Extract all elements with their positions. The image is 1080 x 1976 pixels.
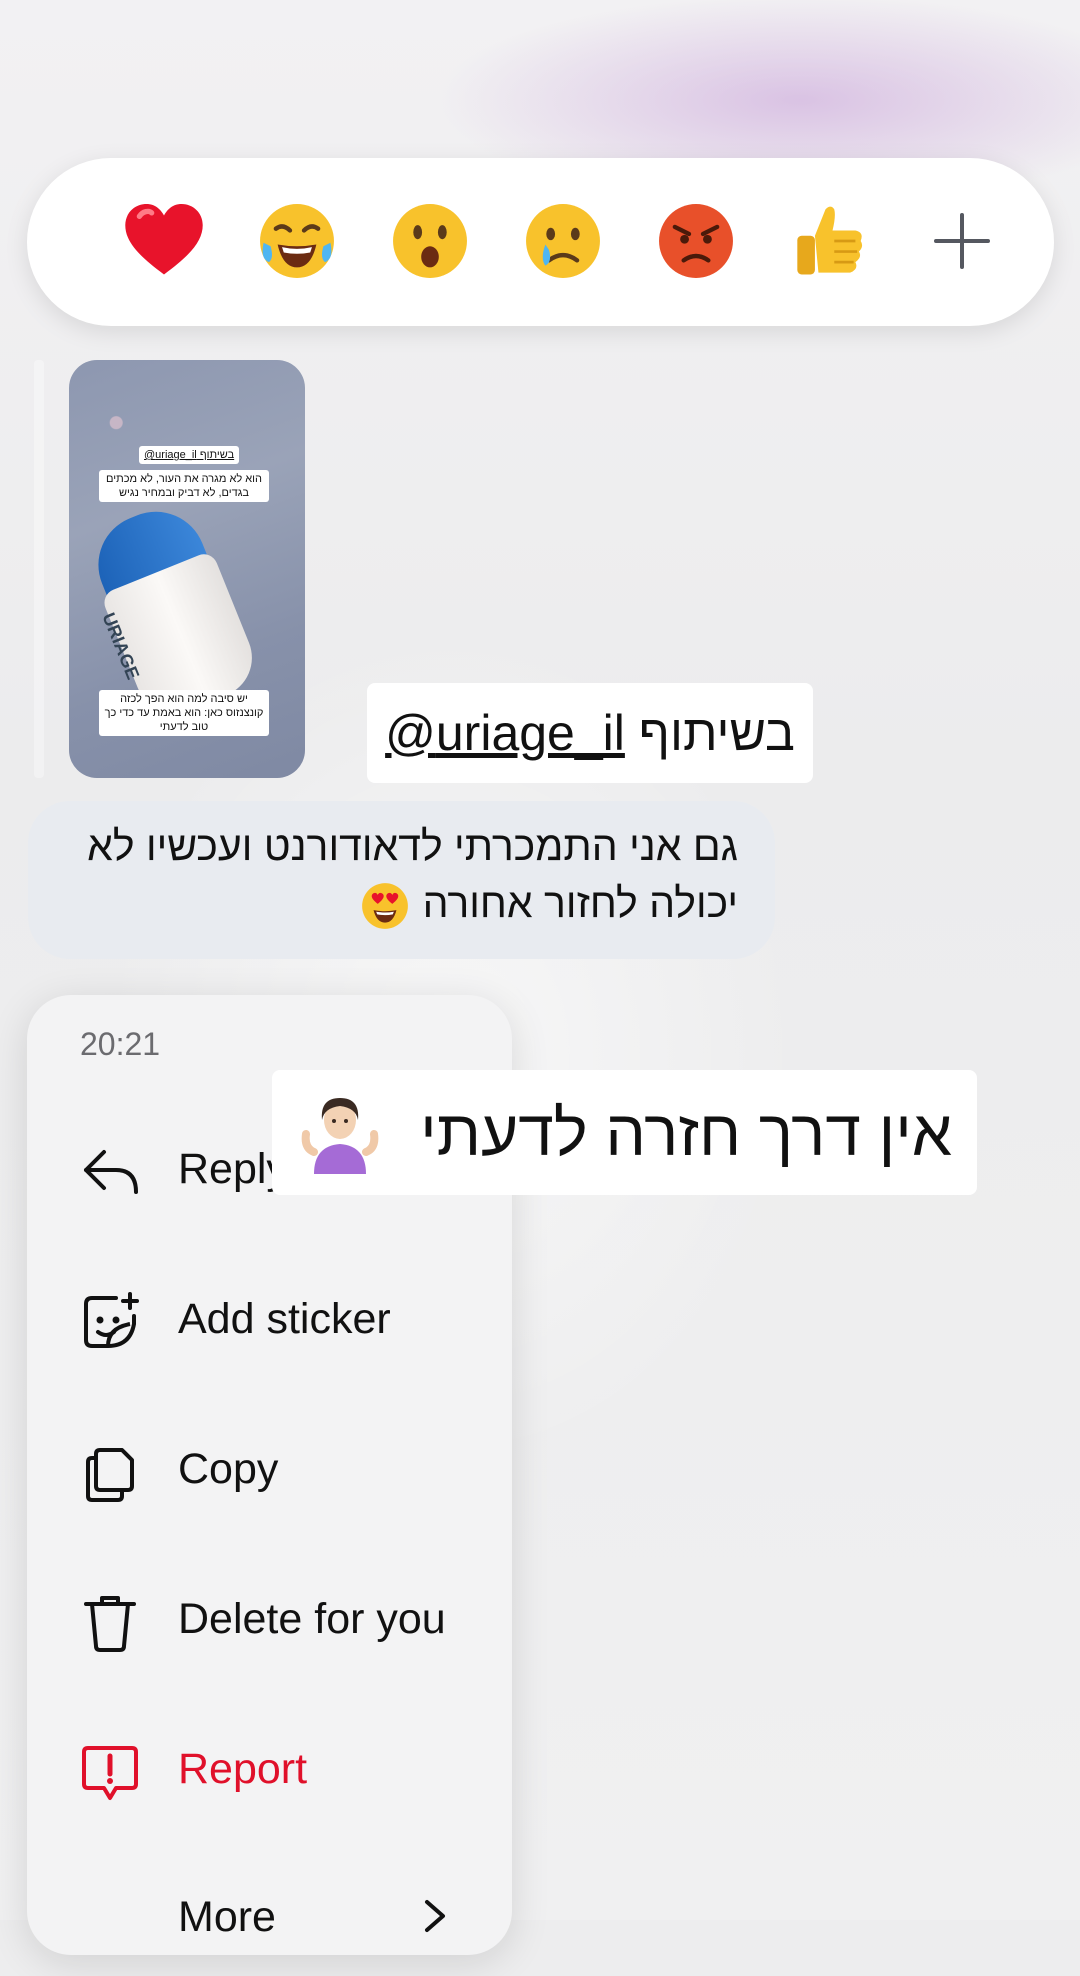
partnership-sticker: בשיתוף uriage_il@ xyxy=(367,683,813,783)
product-image: URIAGE xyxy=(78,494,264,725)
reaction-angry[interactable] xyxy=(643,188,749,294)
sticker-icon xyxy=(84,1292,139,1348)
menu-label-copy: Copy xyxy=(178,1445,279,1493)
story-tag-top: בשיתוף uriage_il@ xyxy=(139,446,240,464)
menu-label-more: More xyxy=(178,1893,276,1941)
reply-text-sticker: אין דרך חזרה לדעתי xyxy=(272,1070,977,1195)
menu-label-delete: Delete for you xyxy=(178,1595,446,1643)
reaction-bar xyxy=(27,158,1054,326)
crying-face-icon xyxy=(526,204,600,278)
menu-label-add-sticker: Add sticker xyxy=(178,1295,391,1343)
reaction-thumbs-up[interactable] xyxy=(776,188,882,294)
menu-item-delete[interactable]: Delete for you xyxy=(27,1568,512,1678)
shared-story-thumbnail[interactable]: בשיתוף uriage_il@ הוא לא מגרה את העור, ל… xyxy=(69,360,305,778)
reply-icon xyxy=(84,1150,138,1194)
person-shrugging-emoji-icon xyxy=(301,1098,379,1174)
reaction-heart[interactable] xyxy=(111,188,217,294)
partnership-mention[interactable]: uriage_il@ xyxy=(385,705,625,761)
partnership-prefix: בשיתוף xyxy=(638,705,795,761)
reaction-crying[interactable] xyxy=(510,188,616,294)
story-caption-bottom: יש סיבה למה הוא הפך לכזה קונצנזוס כאן: ה… xyxy=(99,690,269,736)
message-time: 20:21 xyxy=(80,1026,161,1062)
message-text-wrap: גם אני התמכרתי לדאודורנט ועכשיו לא יכולה… xyxy=(58,818,738,932)
report-icon xyxy=(82,1746,138,1800)
menu-item-more[interactable]: More xyxy=(27,1866,512,1976)
thumbs-up-icon xyxy=(797,206,863,275)
story-edge xyxy=(34,360,44,778)
heart-eyes-emoji-icon xyxy=(362,883,409,930)
reaction-laughing[interactable] xyxy=(244,188,350,294)
menu-item-report[interactable]: Report xyxy=(27,1718,512,1828)
heart-icon xyxy=(125,204,203,275)
angry-face-icon xyxy=(659,204,733,278)
chevron-right-icon xyxy=(425,1900,445,1932)
reply-sticker-text: אין דרך חזרה לדעתי xyxy=(420,1097,952,1169)
surprised-face-icon xyxy=(393,204,467,278)
reaction-surprised[interactable] xyxy=(377,188,483,294)
trash-icon xyxy=(84,1596,136,1652)
menu-label-report: Report xyxy=(178,1745,308,1793)
copy-icon xyxy=(86,1448,134,1502)
menu-item-add-sticker[interactable]: Add sticker xyxy=(27,1268,512,1378)
more-reactions-button[interactable] xyxy=(909,188,1015,294)
menu-item-copy[interactable]: Copy xyxy=(27,1418,512,1528)
plus-icon xyxy=(934,213,990,269)
laughing-face-icon xyxy=(260,204,334,278)
message-text: גם אני התמכרתי לדאודורנט ועכשיו לא יכולה… xyxy=(87,823,738,926)
